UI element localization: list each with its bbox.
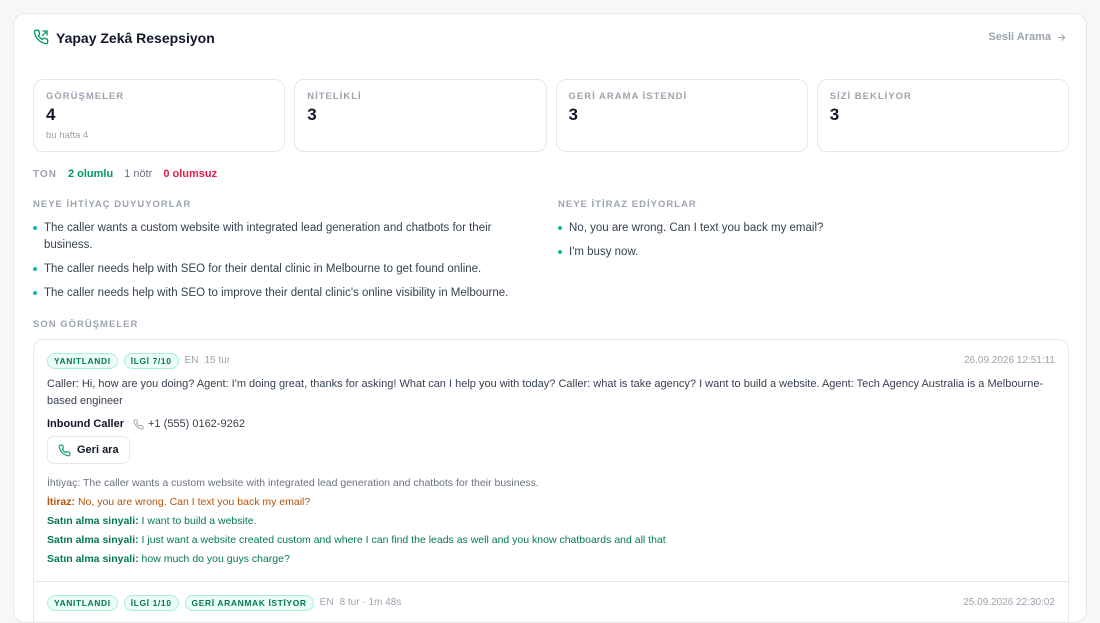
- insight-buy-signal: Satın alma sinyali: how much do you guys…: [47, 550, 1055, 569]
- stat-value: 3: [829, 105, 840, 124]
- insight-objection: İtiraz: No, you are wrong. Can I text yo…: [47, 493, 1055, 512]
- call-insights: İhtiyaç: The caller wants a custom websi…: [47, 474, 1055, 569]
- caller-phone: +1 (555) 0162-9262: [133, 418, 245, 430]
- stat-label: GÖRÜŞMELER: [46, 91, 125, 102]
- recent-calls-list: YANITLANDI İLGİ 7/10 EN 15 tur 26.09.202…: [33, 339, 1069, 622]
- interest-badge: İLGİ 7/10: [123, 352, 179, 369]
- voice-call-label: Sesli Arama: [988, 31, 1051, 43]
- tone-summary: TON 2 olumlu 1 nötr 0 olumsuz: [33, 168, 217, 180]
- needs-title: NEYE İHTİYAÇ DUYUYORLAR: [33, 199, 192, 210]
- call-language: EN: [184, 355, 199, 366]
- need-text: The caller wants a custom website with i…: [83, 477, 539, 489]
- caller-info: Inbound Caller +1 (555) 0162-9262: [47, 418, 1055, 430]
- call-language: EN: [319, 597, 334, 608]
- list-item: No, you are wrong. Can I text you back m…: [558, 220, 1058, 237]
- signal-text: how much do you guys charge?: [141, 553, 290, 565]
- call-item: YANITLANDI İLGİ 7/10 EN 15 tur 26.09.202…: [34, 340, 1068, 582]
- voice-call-link[interactable]: Sesli Arama: [988, 31, 1067, 43]
- signal-text: I just want a website created custom and…: [141, 534, 666, 546]
- phone-icon: [33, 29, 49, 45]
- stat-label: NİTELİKLİ: [307, 91, 362, 102]
- card-header: Yapay Zekâ Resepsiyon Sesli Arama: [14, 14, 1086, 64]
- call-transcript: Caller: Hi, how are you doing? Agent: I'…: [47, 378, 1044, 407]
- stat-sub: bu hafta 4: [46, 130, 89, 141]
- list-item: I'm busy now.: [558, 244, 1058, 261]
- list-item: The caller needs help with SEO to improv…: [33, 285, 533, 302]
- insight-buy-signal: Satın alma sinyali: I just want a websit…: [47, 531, 1055, 550]
- insight-buy-signal: Satın alma sinyali: I want to build a we…: [47, 512, 1055, 531]
- tone-negative: 0 olumsuz: [163, 168, 218, 180]
- objection-label: İtiraz:: [47, 496, 76, 508]
- phone-icon: [133, 418, 144, 429]
- stat-value: 3: [307, 105, 317, 124]
- stats-row: GÖRÜŞMELER 4 bu hafta 4 NİTELİKLİ 3 GERİ…: [33, 79, 1069, 152]
- list-item: The caller wants a custom website with i…: [33, 220, 533, 254]
- objections-section: NEYE İTİRAZ EDİYORLAR No, you are wrong.…: [558, 199, 1058, 268]
- objections-title: NEYE İTİRAZ EDİYORLAR: [558, 199, 697, 210]
- stat-calls: GÖRÜŞMELER 4 bu hafta 4: [33, 79, 286, 152]
- needs-list: The caller wants a custom website with i…: [33, 220, 533, 302]
- receptionist-card: Yapay Zekâ Resepsiyon Sesli Arama GÖRÜŞM…: [13, 13, 1087, 623]
- objections-list: No, you are wrong. Can I text you back m…: [558, 220, 1058, 261]
- tone-label: TON: [33, 168, 57, 180]
- call-timestamp: 25.09.2026 22:30:02: [963, 597, 1055, 608]
- tone-positive: 2 olumlu: [67, 168, 114, 180]
- call-turns: 8 tur · 1m 48s: [339, 597, 402, 608]
- need-label: İhtiyaç:: [47, 477, 81, 489]
- status-badge: YANITLANDI: [47, 352, 118, 369]
- call-header: YANITLANDI İLGİ 1/10 GERİ ARANMAK İSTİYO…: [47, 594, 1055, 611]
- signal-label: Satın alma sinyali:: [47, 534, 139, 546]
- call-item: YANITLANDI İLGİ 1/10 GERİ ARANMAK İSTİYO…: [34, 582, 1068, 622]
- list-item: The caller needs help with SEO for their…: [33, 261, 533, 278]
- stat-label: SİZİ BEKLİYOR: [829, 91, 912, 102]
- interest-badge: İLGİ 1/10: [123, 594, 179, 611]
- stat-value: 4: [46, 105, 56, 124]
- stat-qualified: NİTELİKLİ 3: [294, 79, 547, 152]
- call-turns: 15 tur: [204, 355, 231, 366]
- call-timestamp: 26.09.2026 12:51:11: [963, 355, 1055, 366]
- caller-phone-number: +1 (555) 0162-9262: [148, 418, 245, 430]
- signal-label: Satın alma sinyali:: [47, 553, 139, 565]
- call-header: YANITLANDI İLGİ 7/10 EN 15 tur 26.09.202…: [47, 352, 1055, 369]
- stat-callback-requested: GERİ ARAMA İSTENDİ 3: [555, 79, 808, 152]
- callback-label: Geri ara: [77, 444, 119, 456]
- stat-waiting: SİZİ BEKLİYOR 3: [816, 79, 1069, 152]
- status-badge: YANITLANDI: [47, 594, 118, 611]
- stat-value: 3: [568, 105, 578, 124]
- recent-calls-title: SON GÖRÜŞMELER: [33, 319, 139, 330]
- signal-text: I want to build a website.: [141, 515, 257, 527]
- arrow-right-icon: [1057, 33, 1066, 41]
- needs-section: NEYE İHTİYAÇ DUYUYORLAR The caller wants…: [33, 199, 533, 309]
- objection-text: No, you are wrong. Can I text you back m…: [77, 496, 311, 508]
- page-title: Yapay Zekâ Resepsiyon: [56, 30, 215, 46]
- callback-badge: GERİ ARANMAK İSTİYOR: [184, 594, 314, 611]
- stat-label: GERİ ARAMA İSTENDİ: [568, 91, 688, 102]
- phone-icon: [58, 444, 71, 456]
- insight-need: İhtiyaç: The caller wants a custom websi…: [47, 474, 1055, 493]
- signal-label: Satın alma sinyali:: [47, 515, 139, 527]
- caller-name: Inbound Caller: [47, 418, 124, 430]
- tone-neutral: 1 nötr: [124, 168, 153, 180]
- callback-button[interactable]: Geri ara: [47, 436, 130, 464]
